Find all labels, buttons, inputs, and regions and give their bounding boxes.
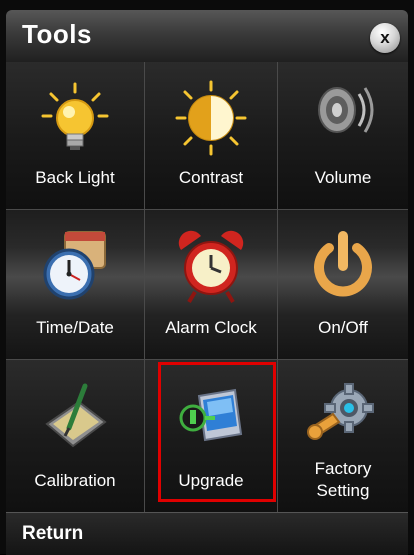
tools-grid: Back Light Contrast Volume Time/Date Ala… — [6, 62, 408, 512]
tools-window: Tools x Back Light Contrast Volume Time/… — [0, 0, 414, 555]
tile-label: Calibration — [34, 471, 116, 490]
tile-label: Factory Setting — [278, 458, 408, 502]
speaker-icon — [318, 87, 374, 133]
contrast-icon — [175, 80, 247, 156]
tile-back-light[interactable]: Back Light — [6, 62, 145, 210]
alarm-clock-icon — [178, 230, 244, 304]
calibration-pen-icon — [45, 383, 107, 448]
clock-calendar-icon — [43, 231, 106, 300]
close-button[interactable]: x — [370, 23, 400, 53]
tile-time-date[interactable]: Time/Date — [6, 210, 145, 360]
tile-on-off[interactable]: On/Off — [278, 210, 408, 360]
tile-factory-setting[interactable]: Factory Setting — [278, 360, 408, 512]
tile-label: Time/Date — [36, 318, 114, 337]
tile-label: Volume — [314, 168, 372, 187]
tile-calibration[interactable]: Calibration — [6, 360, 145, 512]
tile-label: Alarm Clock — [165, 318, 257, 337]
tile-volume[interactable]: Volume — [278, 62, 408, 210]
tile-contrast[interactable]: Contrast — [145, 62, 278, 210]
tile-upgrade[interactable]: Upgrade — [145, 360, 278, 512]
tile-label: Upgrade — [178, 471, 244, 490]
tile-alarm-clock[interactable]: Alarm Clock — [145, 210, 278, 360]
tile-label-line: Factory — [314, 459, 372, 478]
gear-wrench-icon — [307, 383, 374, 440]
title-bar: Tools x — [6, 10, 408, 63]
window-title: Tools — [22, 19, 92, 49]
return-button[interactable]: Return — [22, 523, 83, 545]
footer-bar: Return — [6, 512, 408, 555]
upgrade-device-icon — [179, 388, 243, 442]
lightbulb-icon — [41, 82, 109, 150]
tile-label: On/Off — [318, 318, 368, 337]
power-icon — [314, 231, 372, 297]
tile-label-line: Setting — [316, 481, 370, 500]
tile-label: Contrast — [178, 168, 244, 187]
tile-label: Back Light — [35, 168, 115, 187]
